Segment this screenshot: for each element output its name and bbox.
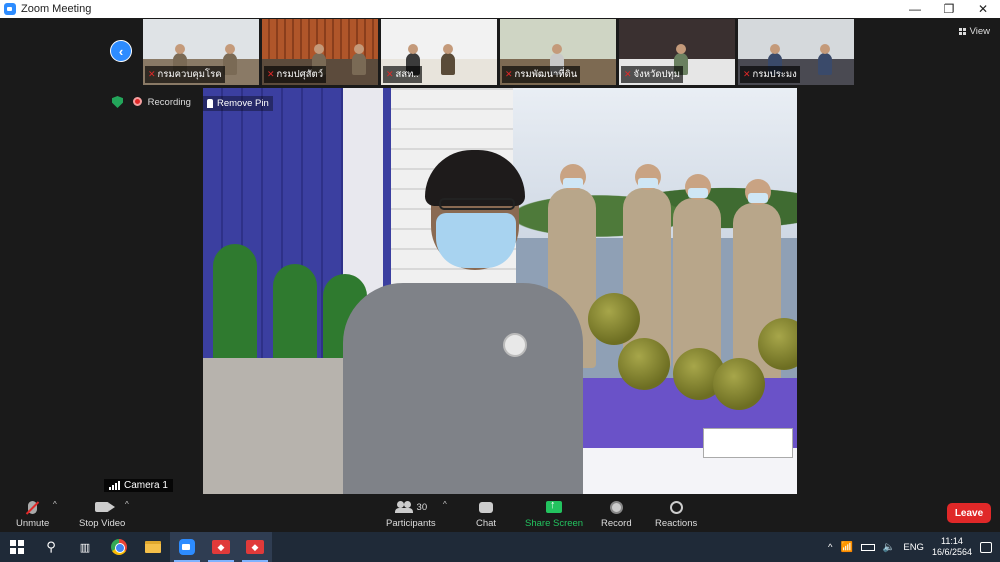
windows-logo-icon xyxy=(10,540,24,554)
leave-button[interactable]: Leave xyxy=(947,503,991,523)
signal-strength-icon xyxy=(109,480,120,490)
tray-overflow-chevron[interactable]: ^ xyxy=(828,542,832,553)
meeting-toolbar: Unmute ^ Stop Video ^ 30 Participants ^ … xyxy=(0,494,1000,532)
tile-video xyxy=(738,19,854,59)
tile-video xyxy=(381,19,497,59)
mic-muted-icon: ✕ xyxy=(148,69,156,79)
view-button[interactable]: View xyxy=(958,26,990,37)
app-taskbar-button-1[interactable]: ◆ xyxy=(204,532,238,562)
anydesk-icon: ◆ xyxy=(212,540,230,554)
participant-tile[interactable]: ✕ กรมพัฒนาที่ดิน xyxy=(500,19,616,85)
task-view-icon: ▥ xyxy=(79,541,91,554)
participants-count: 30 xyxy=(416,501,428,513)
mic-muted-icon: ✕ xyxy=(386,69,394,79)
mic-muted-icon: ✕ xyxy=(267,69,275,79)
volume-icon[interactable]: 🔈 xyxy=(883,542,895,553)
window-title: Zoom Meeting xyxy=(21,3,92,15)
participant-name-tag: ✕ กรมประมง xyxy=(740,66,800,83)
chrome-taskbar-button[interactable] xyxy=(102,532,136,562)
video-options-caret[interactable]: ^ xyxy=(125,500,129,509)
mic-muted-icon: ✕ xyxy=(743,69,751,79)
emoji-reaction-icon xyxy=(669,500,683,514)
title-bar: Zoom Meeting — ❐ ✕ xyxy=(0,0,1000,18)
folder-icon xyxy=(145,541,161,553)
tile-video xyxy=(143,19,259,59)
participants-icon xyxy=(394,501,413,513)
record-icon xyxy=(609,500,623,514)
participant-name-tag: ✕ กรมควบคุมโรค xyxy=(145,66,225,83)
task-view-button[interactable]: ▥ xyxy=(68,532,102,562)
windows-taskbar: ⚲ ▥ ◆ ◆ ^ 📶 🔈 ENG 11:14 16/6/2564 xyxy=(0,532,1000,562)
participants-options-caret[interactable]: ^ xyxy=(443,500,447,509)
reactions-button[interactable]: Reactions xyxy=(655,498,697,529)
chat-bubble-icon xyxy=(479,501,494,513)
zoom-logo-icon xyxy=(4,3,16,15)
app-taskbar-button-2[interactable]: ◆ xyxy=(238,532,272,562)
participant-tile[interactable]: ✕ กรมปศุสัตว์ xyxy=(262,19,378,85)
meeting-area: ‹ ✕ กรมควบคุมโรค ✕ กรมปศุสัตว์ ✕ สสท.. ✕… xyxy=(0,18,1000,494)
pin-icon xyxy=(207,99,213,108)
chat-button[interactable]: Chat xyxy=(476,498,496,529)
main-video xyxy=(203,88,797,494)
stop-video-button[interactable]: Stop Video xyxy=(79,498,125,529)
share-screen-icon xyxy=(546,499,563,513)
anydesk-icon: ◆ xyxy=(246,540,264,554)
language-indicator[interactable]: ENG xyxy=(903,542,924,553)
microphone-muted-icon xyxy=(28,500,38,514)
zoom-taskbar-button[interactable] xyxy=(170,532,204,562)
share-screen-button[interactable]: Share Screen xyxy=(525,498,583,529)
record-button[interactable]: Record xyxy=(601,498,632,529)
participant-tile[interactable]: ✕ กรมควบคุมโรค xyxy=(143,19,259,85)
video-camera-icon xyxy=(95,502,116,512)
participant-name-tag: ✕ สสท.. xyxy=(383,66,422,83)
system-tray: ^ 📶 🔈 ENG 11:14 16/6/2564 xyxy=(828,532,1000,562)
unmute-button[interactable]: Unmute xyxy=(16,498,49,529)
search-icon: ⚲ xyxy=(46,539,56,554)
meeting-status-row: Recording xyxy=(112,96,191,108)
chevron-left-icon: ‹ xyxy=(118,43,124,59)
network-icon[interactable]: 📶 xyxy=(840,542,852,553)
search-button[interactable]: ⚲ xyxy=(34,532,68,562)
recording-indicator[interactable]: Recording xyxy=(133,97,191,108)
participant-tile[interactable]: ✕ สสท.. xyxy=(381,19,497,85)
minimize-button[interactable]: — xyxy=(898,0,932,18)
mic-muted-icon: ✕ xyxy=(624,69,632,79)
participant-name-tag: ✕ กรมปศุสัตว์ xyxy=(264,66,327,83)
battery-icon[interactable] xyxy=(860,543,875,551)
participant-name-tag: ✕ จังหวัดปทุม xyxy=(621,66,684,83)
clock[interactable]: 11:14 16/6/2564 xyxy=(932,536,972,558)
file-explorer-taskbar-button[interactable] xyxy=(136,532,170,562)
chrome-icon xyxy=(111,539,127,555)
participant-tile[interactable]: ✕ กรมประมง xyxy=(738,19,854,85)
close-button[interactable]: ✕ xyxy=(966,0,1000,18)
notification-icon[interactable] xyxy=(980,541,992,553)
recording-dot-icon xyxy=(133,97,142,107)
shield-icon[interactable] xyxy=(112,96,123,108)
audio-options-caret[interactable]: ^ xyxy=(53,500,57,509)
restore-button[interactable]: ❐ xyxy=(932,0,966,18)
participant-tile[interactable]: ✕ จังหวัดปทุม xyxy=(619,19,735,85)
participants-button[interactable]: 30 Participants xyxy=(386,498,436,529)
participant-gallery: ✕ กรมควบคุมโรค ✕ กรมปศุสัตว์ ✕ สสท.. ✕ ก… xyxy=(143,19,854,85)
grid-icon xyxy=(958,28,966,35)
start-button[interactable] xyxy=(0,532,34,562)
camera-label: Camera 1 xyxy=(104,479,173,492)
remove-pin-button[interactable]: Remove Pin xyxy=(203,96,273,111)
gallery-previous-button[interactable]: ‹ xyxy=(110,40,132,62)
mic-muted-icon: ✕ xyxy=(505,69,513,79)
participant-name-tag: ✕ กรมพัฒนาที่ดิน xyxy=(502,66,581,83)
zoom-icon xyxy=(179,539,195,555)
